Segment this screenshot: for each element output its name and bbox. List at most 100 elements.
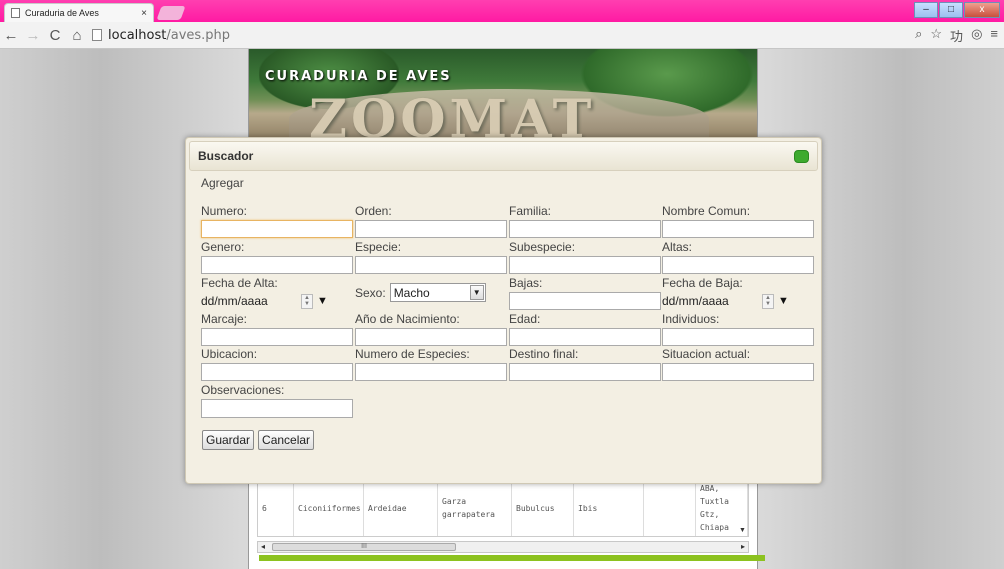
page-title: CURADURIA DE AVES <box>265 69 452 84</box>
close-icon[interactable] <box>794 149 809 163</box>
table-cell: 6 <box>258 480 294 536</box>
page-icon <box>92 29 102 41</box>
table-cell: Bubulcus <box>512 480 574 536</box>
table-cell: Ciconiiformes <box>294 480 364 536</box>
browser-toolbar: ← → C ⌂ localhost/aves.php ⌕ ☆ 功 ◎ ≡ <box>0 22 1004 49</box>
sexo-row: Sexo: Macho ▼ <box>355 283 507 302</box>
extension2-icon[interactable]: ◎ <box>971 26 982 45</box>
page-icon <box>11 8 20 18</box>
situacion-actual-label: Situacion actual: <box>662 347 751 361</box>
nombre-comun-input[interactable] <box>662 220 814 238</box>
individuos-input[interactable] <box>662 328 814 346</box>
fecha-alta-group: Fecha de Alta: dd/mm/aaaa ▲ ▼ ▼ <box>201 275 353 310</box>
altas-label: Altas: <box>662 240 693 254</box>
maximize-button[interactable]: □ <box>939 2 963 18</box>
browser-tab[interactable]: Curaduria de Aves × <box>4 3 154 22</box>
orden-label: Orden: <box>355 204 392 218</box>
numero-label: Numero: <box>201 204 248 218</box>
search-dialog: Buscador Agregar Numero: Orden: Familia:… <box>185 137 822 484</box>
scrollbar-thumb[interactable]: III <box>272 543 456 551</box>
subespecie-input[interactable] <box>509 256 661 274</box>
destino-final-group: Destino final: <box>509 346 661 381</box>
agregar-link[interactable]: Agregar <box>201 176 244 190</box>
ubicacion-input[interactable] <box>201 363 353 381</box>
marcaje-input[interactable] <box>201 328 353 346</box>
window-controls: – □ x <box>914 2 1000 18</box>
familia-label: Familia: <box>509 204 552 218</box>
marcaje-label: Marcaje: <box>201 312 248 326</box>
forward-icon[interactable]: → <box>22 27 44 44</box>
sexo-group: Sexo: Macho ▼ <box>355 283 507 302</box>
especie-input[interactable] <box>355 256 507 274</box>
anio-nacimiento-input[interactable] <box>355 328 507 346</box>
sexo-value: Macho <box>393 285 430 300</box>
individuos-label: Individuos: <box>662 312 720 326</box>
tab-close-icon[interactable]: × <box>141 8 147 19</box>
ubicacion-group: Ubicacion: <box>201 346 353 381</box>
date-spinner-icon[interactable]: ▲ ▼ <box>301 293 313 309</box>
header-banner: ZOOMAT CURADURIA DE AVES <box>249 49 757 141</box>
numero-especies-input[interactable] <box>355 363 507 381</box>
familia-input[interactable] <box>509 220 661 238</box>
cancelar-button[interactable]: Cancelar <box>258 430 315 450</box>
banner-logo: ZOOMAT <box>309 89 596 141</box>
familia-group: Familia: <box>509 203 661 238</box>
minimize-button[interactable]: – <box>914 2 938 18</box>
scroll-right-icon[interactable]: ▸ <box>741 542 745 551</box>
date-spinner-icon[interactable]: ▲ ▼ <box>762 293 774 309</box>
orden-group: Orden: <box>355 203 507 238</box>
chevron-down-icon[interactable]: ▼ <box>469 285 484 300</box>
subespecie-group: Subespecie: <box>509 239 661 274</box>
date-dropdown-icon[interactable]: ▼ <box>778 295 789 307</box>
bajas-input[interactable] <box>509 292 661 310</box>
table-cell: Ibis <box>574 480 644 536</box>
scroll-left-icon[interactable]: ◂ <box>261 542 265 551</box>
nombre-comun-group: Nombre Comun: <box>662 203 814 238</box>
address-bar[interactable]: localhost/aves.php <box>92 25 230 45</box>
fecha-alta-input[interactable]: dd/mm/aaaa ▲ ▼ ▼ <box>201 292 353 310</box>
marcaje-group: Marcaje: <box>201 311 353 346</box>
observaciones-group: Observaciones: <box>201 382 353 418</box>
reload-icon[interactable]: C <box>44 27 66 44</box>
tab-title: Curaduria de Aves <box>25 8 99 18</box>
anio-nacimiento-label: Año de Nacimiento: <box>355 312 460 326</box>
browser-titlebar: Curaduria de Aves × – □ x <box>0 0 1004 22</box>
genero-group: Genero: <box>201 239 353 274</box>
menu-icon[interactable]: ≡ <box>990 26 998 45</box>
destino-final-input[interactable] <box>509 363 661 381</box>
nombre-comun-label: Nombre Comun: <box>662 204 751 218</box>
edad-input[interactable] <box>509 328 661 346</box>
observaciones-textarea[interactable] <box>201 399 353 418</box>
situacion-actual-group: Situacion actual: <box>662 346 814 381</box>
numero-input[interactable] <box>201 220 353 238</box>
url-path: /aves.php <box>166 27 231 43</box>
sexo-select[interactable]: Macho ▼ <box>389 283 486 302</box>
fecha-baja-value: dd/mm/aaaa <box>662 294 729 308</box>
fecha-alta-label: Fecha de Alta: <box>201 276 278 290</box>
back-icon[interactable]: ← <box>0 27 22 44</box>
especie-group: Especie: <box>355 239 507 274</box>
horizontal-scrollbar[interactable]: ◂ III ▸ <box>257 541 749 553</box>
situacion-actual-input[interactable] <box>662 363 814 381</box>
orden-input[interactable] <box>355 220 507 238</box>
close-window-button[interactable]: x <box>964 2 1000 18</box>
fecha-baja-input[interactable]: dd/mm/aaaa ▲ ▼ ▼ <box>662 292 814 310</box>
home-icon[interactable]: ⌂ <box>66 27 88 44</box>
altas-input[interactable] <box>662 256 814 274</box>
zoom-icon[interactable]: ⌕ <box>915 26 922 45</box>
star-icon[interactable]: ☆ <box>930 26 942 45</box>
genero-label: Genero: <box>201 240 245 254</box>
guardar-button[interactable]: Guardar <box>202 430 255 450</box>
footer-accent-bar <box>259 555 765 561</box>
new-tab-button[interactable] <box>156 6 186 20</box>
genero-input[interactable] <box>201 256 353 274</box>
individuos-group: Individuos: <box>662 311 814 346</box>
dialog-buttons: Guardar Cancelar <box>202 430 315 450</box>
date-dropdown-icon[interactable]: ▼ <box>317 295 328 307</box>
fecha-baja-group: Fecha de Baja: dd/mm/aaaa ▲ ▼ ▼ <box>662 275 814 310</box>
fecha-alta-value: dd/mm/aaaa <box>201 294 268 308</box>
scroll-down-icon[interactable]: ▼ <box>739 527 746 534</box>
subespecie-label: Subespecie: <box>509 240 576 254</box>
sexo-label: Sexo: <box>355 285 386 300</box>
extension-icon[interactable]: 功 <box>950 26 963 45</box>
